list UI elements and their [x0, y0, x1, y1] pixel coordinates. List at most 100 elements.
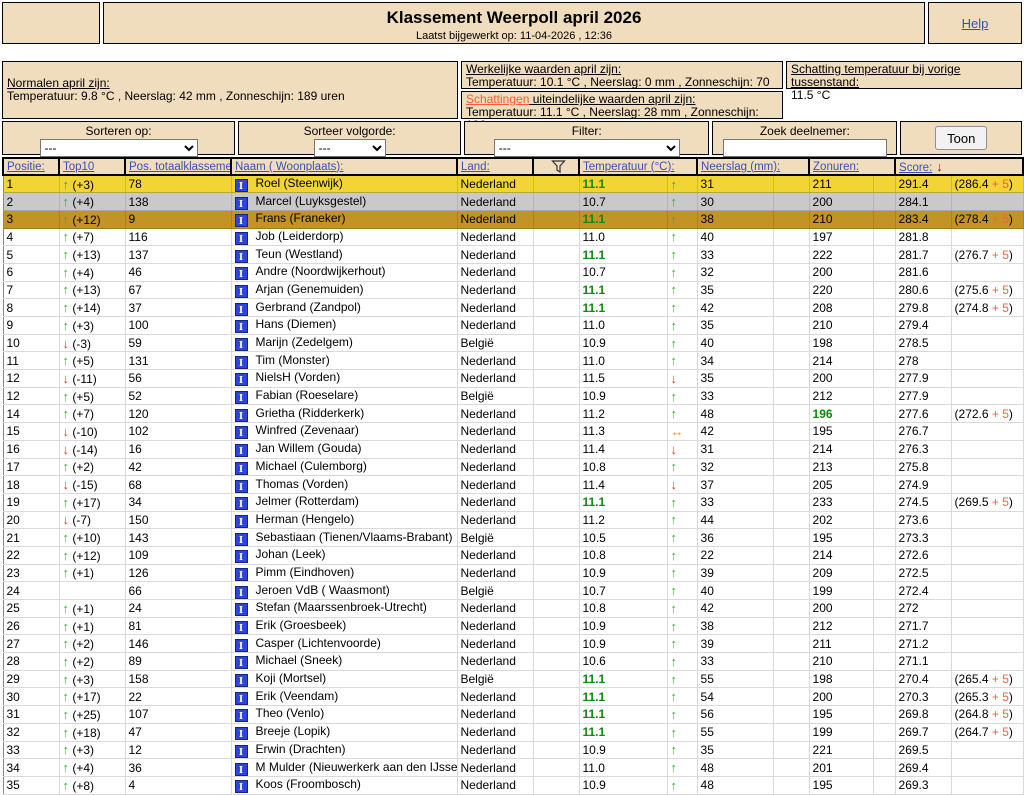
sun-spacer-cell: [873, 741, 896, 760]
filter-spacer-cell: [533, 298, 580, 317]
rain-cell: 55: [697, 670, 774, 689]
profile-info-icon[interactable]: I: [234, 550, 248, 564]
bonus-points: + 5: [991, 247, 1009, 262]
overall-sort-link[interactable]: Pos. totaalklassement:: [129, 161, 229, 173]
profile-info-icon[interactable]: I: [234, 302, 248, 316]
profile-info-icon[interactable]: I: [234, 780, 248, 794]
profile-info-icon[interactable]: I: [234, 621, 248, 634]
profile-info-icon[interactable]: I: [234, 461, 248, 475]
score-cell: 278.5: [895, 334, 952, 353]
profile-info-icon[interactable]: I: [234, 231, 248, 245]
overall-position-cell: 22: [125, 687, 232, 707]
profile-info-icon[interactable]: I: [234, 674, 248, 687]
country-cell: België: [457, 387, 534, 406]
position-cell: 7: [3, 281, 60, 300]
rain-cell: 40: [697, 334, 774, 353]
ranking-table-body: 1 ↑ (+3) 78 I Roel (Steenwijk) Nederland 11.1 ↑…: [3, 175, 1024, 795]
up-arrow-icon: ↑: [670, 600, 678, 616]
profile-info-icon[interactable]: I: [234, 267, 248, 281]
sun-spacer-cell: [873, 351, 896, 371]
up-arrow-icon: ↑: [670, 229, 678, 245]
help-link[interactable]: Help: [962, 16, 989, 31]
naam-sort-link[interactable]: Naam ( Woonplaats):: [235, 161, 343, 173]
profile-info-icon[interactable]: I: [234, 638, 248, 652]
profile-info-icon[interactable]: I: [234, 391, 248, 404]
profile-info-icon[interactable]: I: [234, 373, 248, 387]
sun-spacer-cell: [873, 298, 896, 317]
profile-info-icon[interactable]: I: [234, 444, 248, 458]
table-row: 30 ↑ (+17) 22 I Erik (Veendam) Nederland 11.1 ↑…: [3, 687, 1024, 707]
estimates-link[interactable]: Schattingen: [466, 92, 529, 106]
profile-info-icon[interactable]: I: [234, 426, 248, 440]
land-sort-link[interactable]: Land:: [461, 161, 490, 173]
sun-sort-link[interactable]: Zonuren:: [813, 161, 859, 173]
profile-info-icon[interactable]: I: [234, 744, 248, 758]
profile-info-icon[interactable]: I: [234, 514, 248, 528]
up-arrow-icon: ↑: [62, 264, 70, 280]
filter-select[interactable]: ---: [493, 139, 680, 157]
top-bar: Klassement Weerpoll april 2026 Laatst bi…: [2, 2, 1022, 44]
overall-position-cell: 150: [125, 511, 232, 530]
temp-trend-cell: ↑: [667, 245, 698, 264]
profile-info-icon[interactable]: I: [234, 603, 248, 617]
profile-info-icon[interactable]: I: [234, 532, 248, 546]
up-arrow-icon: ↑: [62, 547, 70, 563]
temperature-cell: 11.0: [579, 758, 668, 777]
bonus-points: + 5: [991, 495, 1009, 510]
temp-sort-link[interactable]: Temperatuur (°C):: [583, 161, 675, 173]
sun-cell: 212: [809, 387, 874, 406]
profile-info-icon[interactable]: I: [234, 338, 248, 351]
temp-trend-cell: ↑: [667, 351, 698, 371]
profile-info-icon[interactable]: I: [234, 585, 248, 599]
top10-change-cell: ↑ (+2): [59, 634, 126, 654]
down-arrow-icon: ↓: [62, 512, 70, 528]
participant-cell: I Jeroen VdB ( Waasmont): [231, 581, 458, 600]
profile-info-icon[interactable]: I: [234, 196, 248, 210]
score-cell: 271.7: [895, 617, 952, 636]
up-arrow-icon: ↑: [670, 618, 678, 634]
profile-info-icon[interactable]: I: [234, 567, 248, 581]
overall-position-cell: 47: [125, 723, 232, 742]
country-cell: België: [457, 334, 534, 353]
order-select[interactable]: ---: [313, 139, 386, 157]
score-sort-link[interactable]: Score:: [899, 162, 932, 173]
overall-position-cell: 24: [125, 599, 232, 618]
rain-spacer-cell: [773, 652, 810, 671]
participant-cell: I Casper (Lichtenvoorde): [231, 634, 458, 654]
profile-info-icon[interactable]: I: [234, 320, 248, 334]
profile-info-icon[interactable]: I: [234, 497, 248, 511]
profile-info-icon[interactable]: I: [234, 762, 248, 776]
rain-sort-link[interactable]: Neerslag (mm):: [701, 161, 780, 173]
profile-info-icon[interactable]: I: [234, 284, 248, 298]
profile-info-icon[interactable]: I: [234, 727, 248, 741]
profile-info-icon[interactable]: I: [234, 249, 248, 263]
profile-info-icon[interactable]: I: [234, 709, 248, 723]
filter-funnel-icon[interactable]: [551, 160, 566, 173]
score-cell: 291.4: [895, 175, 952, 194]
profile-info-icon[interactable]: I: [234, 179, 248, 192]
overall-position-cell: 146: [125, 634, 232, 654]
sort-select[interactable]: ---: [39, 139, 198, 157]
up-arrow-icon: ↑: [670, 264, 678, 280]
up-arrow-icon: ↑: [62, 742, 70, 758]
position-cell: 26: [3, 617, 60, 636]
score-breakdown-cell: [951, 334, 1024, 353]
top10-sort-link[interactable]: Top10: [63, 161, 94, 173]
profile-info-icon[interactable]: I: [234, 408, 248, 422]
search-input[interactable]: [722, 139, 887, 157]
profile-info-icon[interactable]: I: [234, 479, 248, 493]
positie-sort-link[interactable]: Positie:: [7, 161, 45, 173]
profile-info-icon[interactable]: I: [234, 355, 248, 369]
show-button[interactable]: Toon: [935, 126, 988, 150]
temperature-cell: 11.1: [579, 175, 668, 194]
table-row: 15 ↓ (-10) 102 I Winfred (Zevenaar) Nederland…: [3, 422, 1024, 441]
temperature-cell: 11.4: [579, 440, 668, 459]
rain-cell: 39: [697, 564, 774, 583]
participant-name: Breeje (Lopik): [255, 724, 331, 739]
profile-info-icon[interactable]: I: [234, 214, 248, 228]
participant-cell: I Koos (Froombosch): [231, 776, 458, 795]
sun-cell: 201: [809, 758, 874, 777]
profile-info-icon[interactable]: I: [234, 691, 248, 705]
rain-cell: 48: [697, 404, 774, 424]
profile-info-icon[interactable]: I: [234, 656, 248, 670]
